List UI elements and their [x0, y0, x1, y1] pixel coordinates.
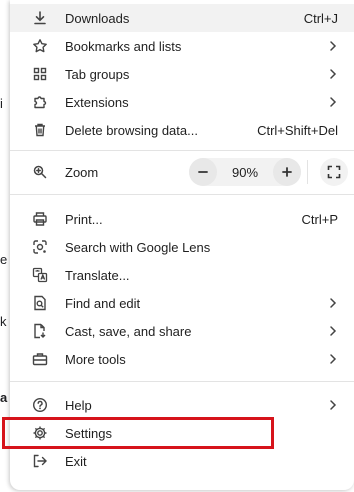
exit-icon [32, 453, 48, 469]
gear-icon [32, 425, 48, 441]
chevron-right-icon [326, 39, 340, 53]
background-text-fragment: i [0, 96, 3, 111]
menu-item-find-and-edit[interactable]: Find and edit [10, 289, 354, 317]
background-page: i e k a [0, 0, 10, 492]
menu-item-label: Settings [65, 425, 112, 441]
menu-item-delete-browsing-data[interactable]: Delete browsing data... Ctrl+Shift+Del [10, 116, 354, 144]
fullscreen-button[interactable] [320, 158, 348, 186]
fullscreen-icon [327, 165, 341, 179]
background-text-fragment: a [0, 390, 8, 405]
menu-item-label: Exit [65, 453, 87, 469]
browser-menu: Downloads Ctrl+J Bookmarks and lists Tab… [10, 0, 354, 490]
menu-item-label: Tab groups [65, 66, 130, 82]
menu-item-bookmarks[interactable]: Bookmarks and lists [10, 32, 354, 60]
chevron-right-icon [326, 324, 340, 338]
shortcut-text: Ctrl+J [303, 10, 338, 26]
menu-item-label: Translate... [65, 267, 130, 283]
menu-item-print[interactable]: Print... Ctrl+P [10, 205, 354, 233]
grid-icon [32, 66, 48, 82]
menu-item-label: Downloads [65, 10, 130, 26]
shortcut-text: Ctrl+P [301, 211, 338, 227]
printer-icon [32, 211, 48, 227]
chevron-right-icon [326, 352, 340, 366]
menu-item-label: Zoom [65, 164, 99, 180]
help-icon [32, 397, 48, 413]
menu-item-cast-save-share[interactable]: Cast, save, and share [10, 317, 354, 345]
menu-item-label: Bookmarks and lists [65, 38, 182, 54]
menu-separator [10, 194, 354, 195]
puzzle-icon [32, 94, 48, 110]
background-text-fragment: e [0, 252, 8, 267]
zoom-level: 90% [231, 165, 259, 180]
translate-icon [32, 267, 48, 283]
menu-item-label: Print... [65, 211, 103, 227]
background-text-fragment: k [0, 314, 7, 329]
menu-separator [10, 150, 354, 151]
zoom-in-button[interactable] [273, 158, 301, 186]
chevron-right-icon [326, 95, 340, 109]
zoom-divider [307, 160, 308, 184]
trash-icon [32, 122, 48, 138]
menu-item-exit[interactable]: Exit [10, 447, 354, 475]
menu-item-translate[interactable]: Translate... [10, 261, 354, 289]
zoom-out-button[interactable] [189, 158, 217, 186]
menu-item-label: Cast, save, and share [65, 323, 192, 339]
menu-item-more-tools[interactable]: More tools [10, 345, 354, 373]
menu-item-tab-groups[interactable]: Tab groups [10, 60, 354, 88]
minus-icon [198, 171, 208, 173]
cast-icon [32, 323, 48, 339]
chevron-right-icon [326, 67, 340, 81]
menu-item-label: Help [65, 397, 92, 413]
menu-item-label: Find and edit [65, 295, 141, 311]
zoom-control: 90% [189, 158, 301, 186]
star-icon [32, 38, 48, 54]
menu-item-help[interactable]: Help [10, 391, 354, 419]
lens-icon [32, 239, 48, 255]
menu-item-zoom: Zoom [10, 158, 354, 186]
menu-item-extensions[interactable]: Extensions [10, 88, 354, 116]
chevron-right-icon [326, 296, 340, 310]
menu-item-downloads[interactable]: Downloads Ctrl+J [10, 4, 354, 32]
menu-separator [10, 381, 354, 382]
zoom-icon [32, 164, 48, 180]
chevron-right-icon [326, 398, 340, 412]
download-icon [32, 10, 48, 26]
menu-item-label: More tools [65, 351, 126, 367]
shortcut-text: Ctrl+Shift+Del [257, 122, 338, 138]
menu-item-label: Delete browsing data... [65, 122, 198, 138]
menu-item-settings[interactable]: Settings [10, 419, 354, 447]
find-icon [32, 295, 48, 311]
menu-item-google-lens[interactable]: Search with Google Lens [10, 233, 354, 261]
menu-item-label: Search with Google Lens [65, 239, 211, 255]
toolbox-icon [32, 351, 48, 367]
menu-item-label: Extensions [65, 94, 129, 110]
plus-icon [282, 167, 292, 177]
